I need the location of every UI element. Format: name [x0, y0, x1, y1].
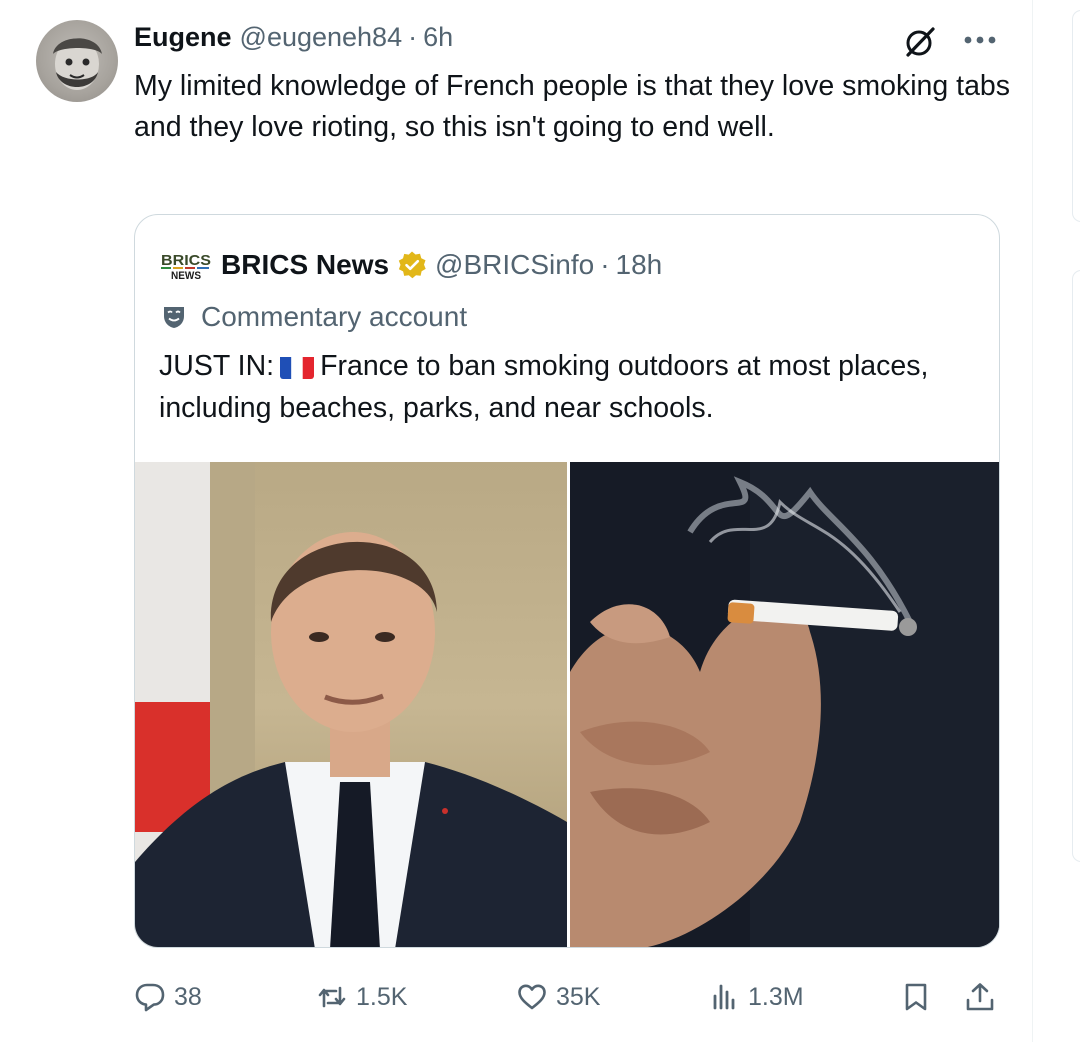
author-name[interactable]: Eugene	[134, 22, 232, 53]
views-icon	[713, 984, 735, 1010]
right-divider	[1032, 0, 1033, 1042]
like-button[interactable]: 35K	[516, 975, 600, 1019]
repost-icon	[318, 986, 346, 1008]
quoted-header: BRICS NEWS BRICS News @BRICSinfo · 18h	[159, 245, 662, 285]
more-icon[interactable]	[960, 30, 1000, 50]
reply-icon	[135, 983, 165, 1012]
like-count: 35K	[556, 982, 601, 1011]
quoted-age[interactable]: 18h	[616, 249, 663, 281]
right-panel-edge	[1072, 10, 1080, 222]
author-handle[interactable]: @eugeneh84	[240, 22, 403, 53]
quoted-author-name[interactable]: BRICS News	[221, 249, 389, 281]
cigarette-photo[interactable]	[570, 462, 999, 947]
share-icon	[966, 983, 994, 1011]
quoted-text: JUST IN: France to ban smoking outdoors a…	[159, 345, 979, 429]
tweet-actions: 38 1.5K 35K 1.3M	[134, 975, 1000, 1019]
france-flag-icon	[280, 353, 315, 379]
separator: ·	[600, 249, 610, 280]
quoted-text-body: France to ban smoking outdoors at most p…	[159, 350, 929, 424]
right-panel-edge	[1072, 270, 1080, 862]
commentary-label: Commentary account	[161, 301, 467, 333]
brics-logo-bottom: NEWS	[171, 270, 201, 282]
verified-icon[interactable]	[397, 250, 427, 280]
quoted-author-handle[interactable]: @BRICSinfo	[435, 249, 594, 281]
repost-button[interactable]: 1.5K	[316, 975, 407, 1019]
share-button[interactable]	[964, 975, 996, 1019]
repost-count: 1.5K	[356, 982, 408, 1011]
reply-count: 38	[174, 982, 202, 1011]
tweet-header: Eugene @eugeneh84 · 6h	[134, 22, 453, 58]
bookmark-button[interactable]	[900, 975, 932, 1019]
reply-button[interactable]: 38	[134, 975, 202, 1019]
quoted-text-prefix: JUST IN:	[159, 350, 275, 382]
brics-logo-top: BRICS	[161, 252, 211, 269]
views-button[interactable]: 1.3M	[708, 975, 804, 1019]
portrait-photo[interactable]	[135, 462, 567, 947]
like-icon	[518, 984, 546, 1010]
mask-icon	[164, 307, 184, 328]
brics-logo[interactable]: BRICS NEWS	[159, 248, 213, 282]
avatar[interactable]	[36, 20, 118, 102]
quoted-tweet-card[interactable]: BRICS NEWS BRICS News @BRICSinfo · 18h C…	[134, 214, 1000, 948]
separator: ·	[408, 22, 418, 52]
tweet-text: My limited knowledge of French people is…	[134, 70, 1011, 143]
bookmark-icon	[905, 983, 927, 1011]
views-count: 1.3M	[748, 982, 804, 1011]
grok-icon[interactable]	[902, 24, 938, 60]
tweet-age[interactable]: 6h	[423, 22, 453, 53]
commentary-label-text: Commentary account	[201, 301, 468, 332]
